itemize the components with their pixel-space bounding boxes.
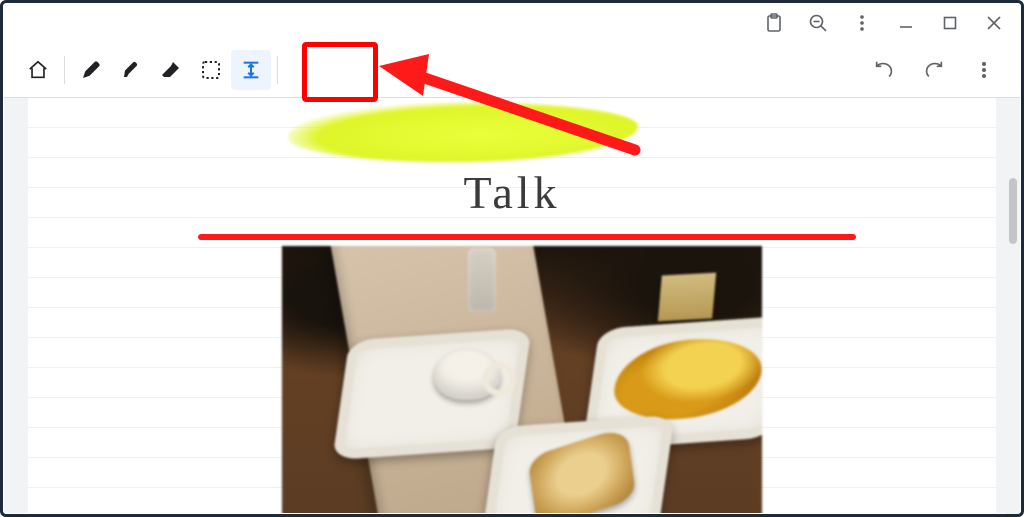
close-icon[interactable] [982, 11, 1006, 35]
handwritten-text: Talk [28, 166, 996, 219]
scrollbar-thumb[interactable] [1009, 178, 1017, 244]
undo-button[interactable] [864, 50, 904, 90]
inserted-image[interactable] [282, 246, 762, 513]
toolbar-separator [277, 56, 278, 84]
yellow-highlight-stroke [288, 99, 639, 165]
minimize-icon[interactable] [894, 11, 918, 35]
page: Talk [28, 98, 996, 513]
insert-space-button[interactable] [231, 50, 271, 90]
zoom-out-icon[interactable] [806, 11, 830, 35]
system-bar [762, 6, 1006, 40]
vertical-scrollbar[interactable] [1006, 98, 1020, 514]
maximize-icon[interactable] [938, 11, 962, 35]
overflow-menu-icon[interactable] [850, 11, 874, 35]
red-ink-line [198, 234, 856, 240]
redo-button[interactable] [914, 50, 954, 90]
toolbar [4, 42, 1020, 98]
highlighter-button[interactable] [111, 50, 151, 90]
toolbar-separator [64, 56, 65, 84]
select-button[interactable] [191, 50, 231, 90]
canvas-area[interactable]: Talk [4, 98, 1020, 513]
eraser-button[interactable] [151, 50, 191, 90]
more-options-button[interactable] [964, 50, 1004, 90]
home-button[interactable] [18, 50, 58, 90]
pen-button[interactable] [71, 50, 111, 90]
clipboard-icon[interactable] [762, 11, 786, 35]
